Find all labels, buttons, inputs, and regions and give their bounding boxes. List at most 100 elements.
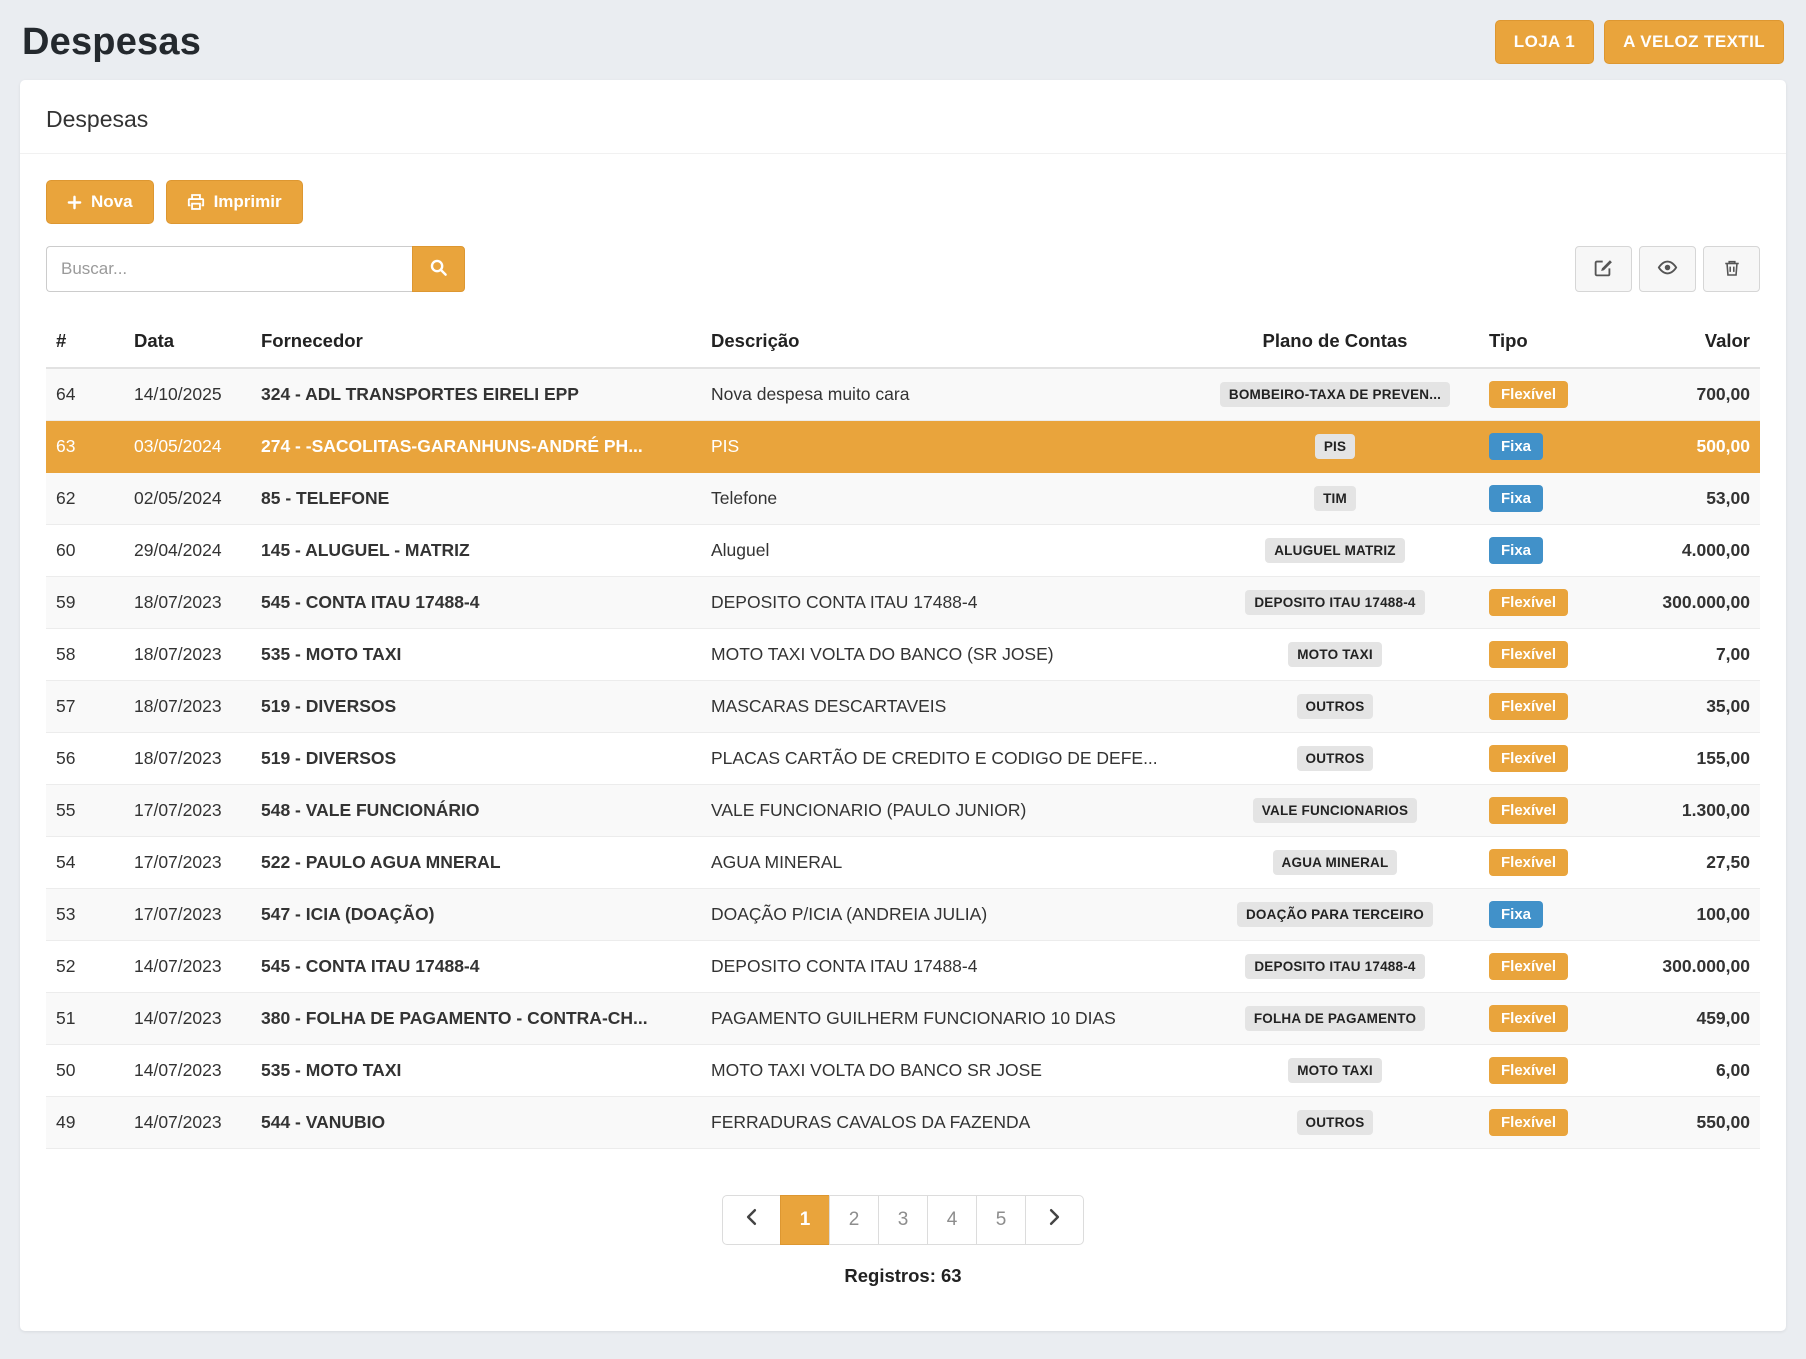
cell-supplier: 380 - FOLHA DE PAGAMENTO - CONTRA-CH...: [251, 993, 701, 1045]
view-button[interactable]: [1639, 246, 1696, 292]
table-row[interactable]: 64 14/10/2025 324 - ADL TRANSPORTES EIRE…: [46, 368, 1760, 421]
account-plan-badge: DEPOSITO ITAU 17488-4: [1245, 954, 1424, 979]
cell-id: 57: [46, 681, 124, 733]
table-row[interactable]: 50 14/07/2023 535 - MOTO TAXI MOTO TAXI …: [46, 1045, 1760, 1097]
cell-supplier: 547 - ICIA (DOAÇÃO): [251, 889, 701, 941]
account-plan-badge: FOLHA DE PAGAMENTO: [1245, 1006, 1425, 1031]
store-button[interactable]: LOJA 1: [1495, 20, 1594, 64]
table-row[interactable]: 60 29/04/2024 145 - ALUGUEL - MATRIZ Alu…: [46, 525, 1760, 577]
delete-button[interactable]: [1703, 246, 1760, 292]
cell-description: DEPOSITO CONTA ITAU 17488-4: [701, 577, 1191, 629]
cell-value: 6,00: [1634, 1045, 1760, 1097]
table-row[interactable]: 56 18/07/2023 519 - DIVERSOS PLACAS CART…: [46, 733, 1760, 785]
table-row[interactable]: 62 02/05/2024 85 - TELEFONE Telefone TIM…: [46, 473, 1760, 525]
type-badge: Fixa: [1489, 433, 1543, 460]
header-id: #: [46, 318, 124, 368]
cell-date: 03/05/2024: [124, 421, 251, 473]
cell-value: 300.000,00: [1634, 577, 1760, 629]
cell-supplier: 545 - CONTA ITAU 17488-4: [251, 577, 701, 629]
pagination-page-5[interactable]: 5: [976, 1195, 1026, 1245]
account-plan-badge: AGUA MINERAL: [1273, 850, 1398, 875]
cell-account-plan: BOMBEIRO-TAXA DE PREVEN...: [1191, 368, 1479, 421]
pagination-prev-button[interactable]: [722, 1195, 781, 1245]
account-plan-badge: PIS: [1315, 434, 1355, 459]
cell-value: 7,00: [1634, 629, 1760, 681]
type-badge: Flexível: [1489, 745, 1568, 772]
cell-description: PIS: [701, 421, 1191, 473]
cell-account-plan: ALUGUEL MATRIZ: [1191, 525, 1479, 577]
account-plan-badge: DOAÇÃO PARA TERCEIRO: [1237, 902, 1433, 927]
table-head: # Data Fornecedor Descrição Plano de Con…: [46, 318, 1760, 368]
cell-id: 51: [46, 993, 124, 1045]
pagination-page-2[interactable]: 2: [829, 1195, 879, 1245]
table-row[interactable]: 51 14/07/2023 380 - FOLHA DE PAGAMENTO -…: [46, 993, 1760, 1045]
cell-value: 550,00: [1634, 1097, 1760, 1149]
cell-date: 14/07/2023: [124, 993, 251, 1045]
plus-icon: [67, 195, 82, 210]
cell-account-plan: DEPOSITO ITAU 17488-4: [1191, 941, 1479, 993]
table-row[interactable]: 55 17/07/2023 548 - VALE FUNCIONÁRIO VAL…: [46, 785, 1760, 837]
type-badge: Flexível: [1489, 797, 1568, 824]
cell-value: 700,00: [1634, 368, 1760, 421]
cell-id: 49: [46, 1097, 124, 1149]
chevron-right-icon: [1048, 1208, 1061, 1232]
search-input[interactable]: [46, 246, 412, 292]
pagination-next-button[interactable]: [1025, 1195, 1084, 1245]
table-row[interactable]: 49 14/07/2023 544 - VANUBIO FERRADURAS C…: [46, 1097, 1760, 1149]
trash-icon: [1723, 258, 1741, 281]
account-plan-badge: TIM: [1314, 486, 1356, 511]
cell-account-plan: VALE FUNCIONARIOS: [1191, 785, 1479, 837]
cell-value: 4.000,00: [1634, 525, 1760, 577]
pagination-page-3[interactable]: 3: [878, 1195, 928, 1245]
print-button[interactable]: Imprimir: [166, 180, 303, 224]
records-count: Registros: 63: [46, 1265, 1760, 1287]
company-button[interactable]: A VELOZ TEXTIL: [1604, 20, 1784, 64]
cell-description: DEPOSITO CONTA ITAU 17488-4: [701, 941, 1191, 993]
search-button[interactable]: [412, 246, 465, 292]
table-row[interactable]: 53 17/07/2023 547 - ICIA (DOAÇÃO) DOAÇÃO…: [46, 889, 1760, 941]
table-row[interactable]: 52 14/07/2023 545 - CONTA ITAU 17488-4 D…: [46, 941, 1760, 993]
table-row[interactable]: 59 18/07/2023 545 - CONTA ITAU 17488-4 D…: [46, 577, 1760, 629]
table-row[interactable]: 54 17/07/2023 522 - PAULO AGUA MNERAL AG…: [46, 837, 1760, 889]
cell-supplier: 548 - VALE FUNCIONÁRIO: [251, 785, 701, 837]
cell-id: 50: [46, 1045, 124, 1097]
cell-description: PLACAS CARTÃO DE CREDITO E CODIGO DE DEF…: [701, 733, 1191, 785]
cell-description: MOTO TAXI VOLTA DO BANCO SR JOSE: [701, 1045, 1191, 1097]
pagination-page-4[interactable]: 4: [927, 1195, 977, 1245]
cell-description: AGUA MINERAL: [701, 837, 1191, 889]
account-plan-badge: OUTROS: [1297, 1110, 1374, 1135]
table-row[interactable]: 57 18/07/2023 519 - DIVERSOS MASCARAS DE…: [46, 681, 1760, 733]
cell-supplier: 324 - ADL TRANSPORTES EIRELI EPP: [251, 368, 701, 421]
account-plan-badge: VALE FUNCIONARIOS: [1253, 798, 1417, 823]
cell-value: 459,00: [1634, 993, 1760, 1045]
type-badge: Flexível: [1489, 1057, 1568, 1084]
edit-button[interactable]: [1575, 246, 1632, 292]
account-plan-badge: MOTO TAXI: [1288, 642, 1382, 667]
header-supplier: Fornecedor: [251, 318, 701, 368]
cell-description: VALE FUNCIONARIO (PAULO JUNIOR): [701, 785, 1191, 837]
new-expense-button[interactable]: Nova: [46, 180, 154, 224]
cell-id: 53: [46, 889, 124, 941]
printer-icon: [187, 193, 205, 211]
cell-type: Fixa: [1479, 889, 1634, 941]
cell-supplier: 274 - -SACOLITAS-GARANHUNS-ANDRÉ PH...: [251, 421, 701, 473]
table-row[interactable]: 58 18/07/2023 535 - MOTO TAXI MOTO TAXI …: [46, 629, 1760, 681]
cell-account-plan: PIS: [1191, 421, 1479, 473]
cell-date: 18/07/2023: [124, 577, 251, 629]
pagination-page-1[interactable]: 1: [780, 1195, 830, 1245]
search-group: [46, 246, 465, 292]
cell-date: 18/07/2023: [124, 681, 251, 733]
cell-date: 29/04/2024: [124, 525, 251, 577]
cell-value: 1.300,00: [1634, 785, 1760, 837]
cell-date: 14/07/2023: [124, 1045, 251, 1097]
cell-date: 17/07/2023: [124, 889, 251, 941]
type-badge: Flexível: [1489, 381, 1568, 408]
cell-id: 58: [46, 629, 124, 681]
cell-id: 59: [46, 577, 124, 629]
table-row[interactable]: 63 03/05/2024 274 - -SACOLITAS-GARANHUNS…: [46, 421, 1760, 473]
actions-row: Nova Imprimir: [46, 180, 1760, 224]
cell-type: Flexível: [1479, 733, 1634, 785]
cell-value: 155,00: [1634, 733, 1760, 785]
cell-account-plan: OUTROS: [1191, 733, 1479, 785]
topbar-buttons: LOJA 1 A VELOZ TEXTIL: [1495, 20, 1784, 64]
